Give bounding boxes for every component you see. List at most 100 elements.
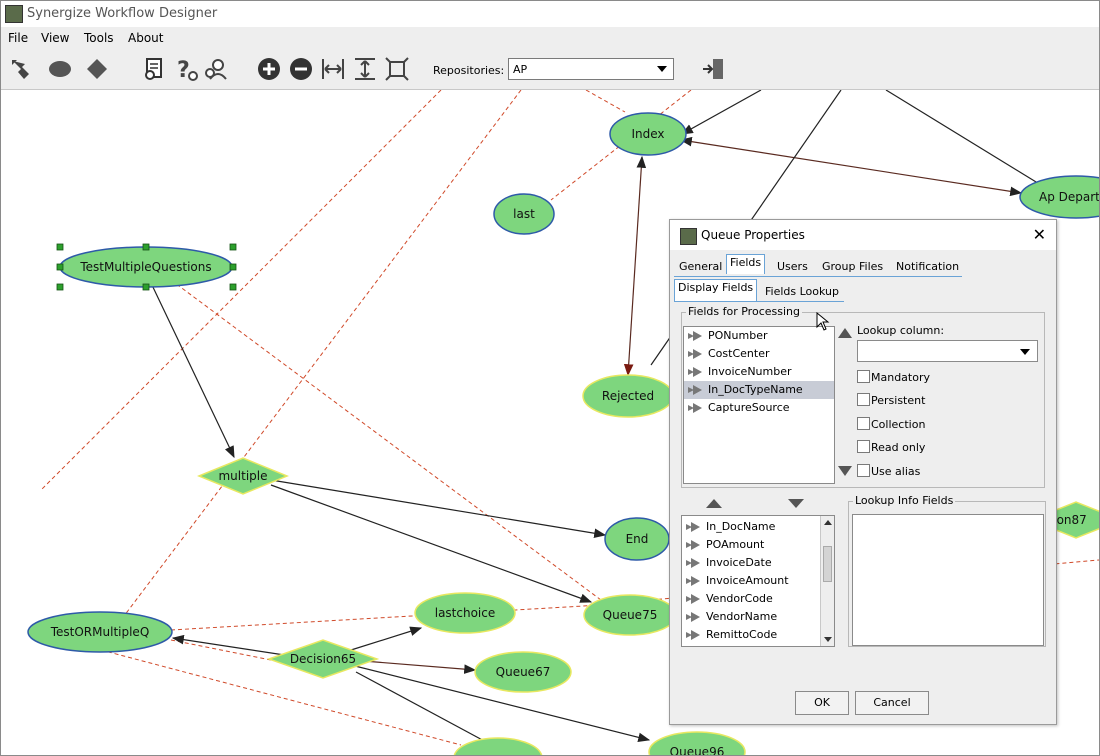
checkbox-box[interactable] bbox=[857, 464, 870, 477]
node-multiple[interactable]: multiple bbox=[197, 457, 289, 495]
list-item[interactable]: In_DocName bbox=[682, 518, 834, 536]
list-item[interactable]: POAmount bbox=[682, 536, 834, 554]
field-icon bbox=[686, 540, 700, 550]
menu-about[interactable]: About bbox=[128, 31, 163, 45]
list-item[interactable]: InvoiceDate bbox=[682, 554, 834, 572]
node-index[interactable]: Index bbox=[609, 112, 687, 156]
tab-general[interactable]: General bbox=[676, 259, 725, 274]
node-queue71-partial[interactable] bbox=[453, 737, 543, 755]
dialog-title: Queue Properties bbox=[701, 228, 805, 242]
menu-tools[interactable]: Tools bbox=[84, 31, 114, 45]
list-item[interactable]: CostCenter bbox=[684, 345, 834, 363]
field-icon bbox=[688, 331, 702, 341]
checkbox-box[interactable] bbox=[857, 440, 870, 453]
list-item-label: VendorName bbox=[706, 610, 778, 623]
checkbox-box[interactable] bbox=[857, 370, 870, 383]
node-end[interactable]: End bbox=[604, 517, 670, 561]
find-user-icon[interactable] bbox=[204, 57, 228, 81]
list-item[interactable]: VendorName bbox=[682, 608, 834, 626]
svg-text:?: ? bbox=[177, 58, 190, 81]
add-field-up-icon[interactable] bbox=[706, 499, 722, 508]
help-icon[interactable]: ? bbox=[174, 57, 198, 81]
list-item-label: In_DocName bbox=[706, 520, 776, 533]
zoom-in-icon[interactable] bbox=[257, 57, 281, 81]
list-item-label: VendorCode bbox=[706, 592, 773, 605]
tab-users[interactable]: Users bbox=[774, 259, 811, 274]
list-item-label: CaptureSource bbox=[708, 401, 790, 414]
node-last-label: last bbox=[513, 207, 535, 221]
node-ap-department-label: Ap Depart bbox=[1039, 190, 1099, 204]
document-search-icon[interactable] bbox=[142, 57, 166, 81]
ok-button[interactable]: OK bbox=[795, 691, 849, 715]
node-lastchoice[interactable]: lastchoice bbox=[414, 592, 516, 634]
processing-fields-list[interactable]: PONumber CostCenter InvoiceNumber In_Doc… bbox=[683, 326, 835, 484]
list-item[interactable]: InvoiceAmount bbox=[682, 572, 834, 590]
node-queue75[interactable]: Queue75 bbox=[583, 594, 677, 636]
node-rejected-label: Rejected bbox=[602, 389, 654, 403]
node-queue67[interactable]: Queue67 bbox=[474, 651, 572, 693]
tab-notification[interactable]: Notification bbox=[893, 259, 962, 274]
checkbox-box[interactable] bbox=[857, 393, 870, 406]
node-test-multiple-questions[interactable]: TestMultipleQuestions bbox=[56, 243, 237, 291]
lookup-column-label: Lookup column: bbox=[857, 324, 945, 337]
toolbar: ? Repositories: AP bbox=[1, 49, 1099, 90]
checkbox-box[interactable] bbox=[857, 417, 870, 430]
available-fields-list[interactable]: In_DocName POAmount InvoiceDate InvoiceA… bbox=[681, 515, 835, 647]
node-rejected[interactable]: Rejected bbox=[582, 374, 674, 418]
node-queue96[interactable]: Queue96 bbox=[648, 731, 746, 755]
scroll-thumb[interactable] bbox=[823, 546, 832, 582]
dialog-title-bar: Queue Properties ✕ bbox=[670, 220, 1056, 250]
tab-fields[interactable]: Fields bbox=[726, 254, 766, 274]
list-item-label: RemittoCode bbox=[706, 628, 778, 641]
list-item[interactable]: PONumber bbox=[684, 327, 834, 345]
repositories-label: Repositories: bbox=[433, 64, 505, 77]
tab-bar: General Fields Users Group Files Notific… bbox=[674, 254, 962, 277]
node-test-multiple-questions-label: TestMultipleQuestions bbox=[79, 260, 211, 274]
tab-group-files[interactable]: Group Files bbox=[819, 259, 886, 274]
list-item[interactable]: RemittoCode bbox=[682, 626, 834, 644]
fit-height-icon[interactable] bbox=[353, 57, 377, 81]
list-item[interactable]: VendorCode bbox=[682, 590, 834, 608]
close-icon[interactable]: ✕ bbox=[1033, 225, 1046, 244]
menu-view[interactable]: View bbox=[41, 31, 69, 45]
node-queue96-label: Queue96 bbox=[670, 745, 725, 755]
chevron-down-icon bbox=[1020, 349, 1030, 355]
tab-fields-lookup[interactable]: Fields Lookup bbox=[762, 284, 842, 299]
lookup-column-select[interactable] bbox=[857, 340, 1038, 362]
checkbox-label: Read only bbox=[871, 441, 926, 454]
lookup-info-fields-list[interactable] bbox=[852, 514, 1044, 646]
available-fields-scrollbar[interactable] bbox=[820, 516, 834, 646]
zoom-out-icon[interactable] bbox=[289, 57, 313, 81]
app-icon bbox=[5, 5, 23, 23]
exit-icon[interactable] bbox=[701, 57, 725, 81]
node-last[interactable]: last bbox=[493, 193, 555, 235]
queue-tool-icon[interactable] bbox=[9, 57, 33, 81]
cancel-button[interactable]: Cancel bbox=[855, 691, 929, 715]
remove-field-down-icon[interactable] bbox=[788, 499, 804, 508]
repositories-select[interactable]: AP bbox=[508, 58, 674, 80]
move-down-icon[interactable] bbox=[838, 466, 852, 476]
node-test-or-multiple-q[interactable]: TestORMultipleQ bbox=[27, 611, 173, 653]
field-icon bbox=[686, 522, 700, 532]
move-up-icon[interactable] bbox=[838, 328, 852, 338]
list-item[interactable]: InvoiceNumber bbox=[684, 363, 834, 381]
fit-page-icon[interactable] bbox=[385, 57, 409, 81]
list-item[interactable]: CaptureSource bbox=[684, 399, 834, 417]
list-item-selected[interactable]: In_DocTypeName bbox=[684, 381, 834, 399]
scroll-up-icon[interactable] bbox=[824, 520, 832, 525]
field-icon bbox=[688, 403, 702, 413]
fit-width-icon[interactable] bbox=[321, 57, 345, 81]
ellipse-tool-icon[interactable] bbox=[48, 57, 72, 81]
list-item-label: CostCenter bbox=[708, 347, 770, 360]
menu-file[interactable]: File bbox=[8, 31, 28, 45]
diamond-tool-icon[interactable] bbox=[85, 57, 109, 81]
tab-display-fields[interactable]: Display Fields bbox=[674, 279, 758, 301]
node-multiple-label: multiple bbox=[218, 469, 267, 483]
node-queue75-label: Queue75 bbox=[603, 608, 658, 622]
scroll-down-icon[interactable] bbox=[824, 637, 832, 642]
node-end-label: End bbox=[626, 532, 649, 546]
node-ap-department[interactable]: Ap Depart bbox=[1019, 175, 1099, 219]
app-icon bbox=[680, 228, 697, 245]
node-decision65[interactable]: Decision65 bbox=[266, 639, 380, 679]
field-icon bbox=[686, 630, 700, 640]
